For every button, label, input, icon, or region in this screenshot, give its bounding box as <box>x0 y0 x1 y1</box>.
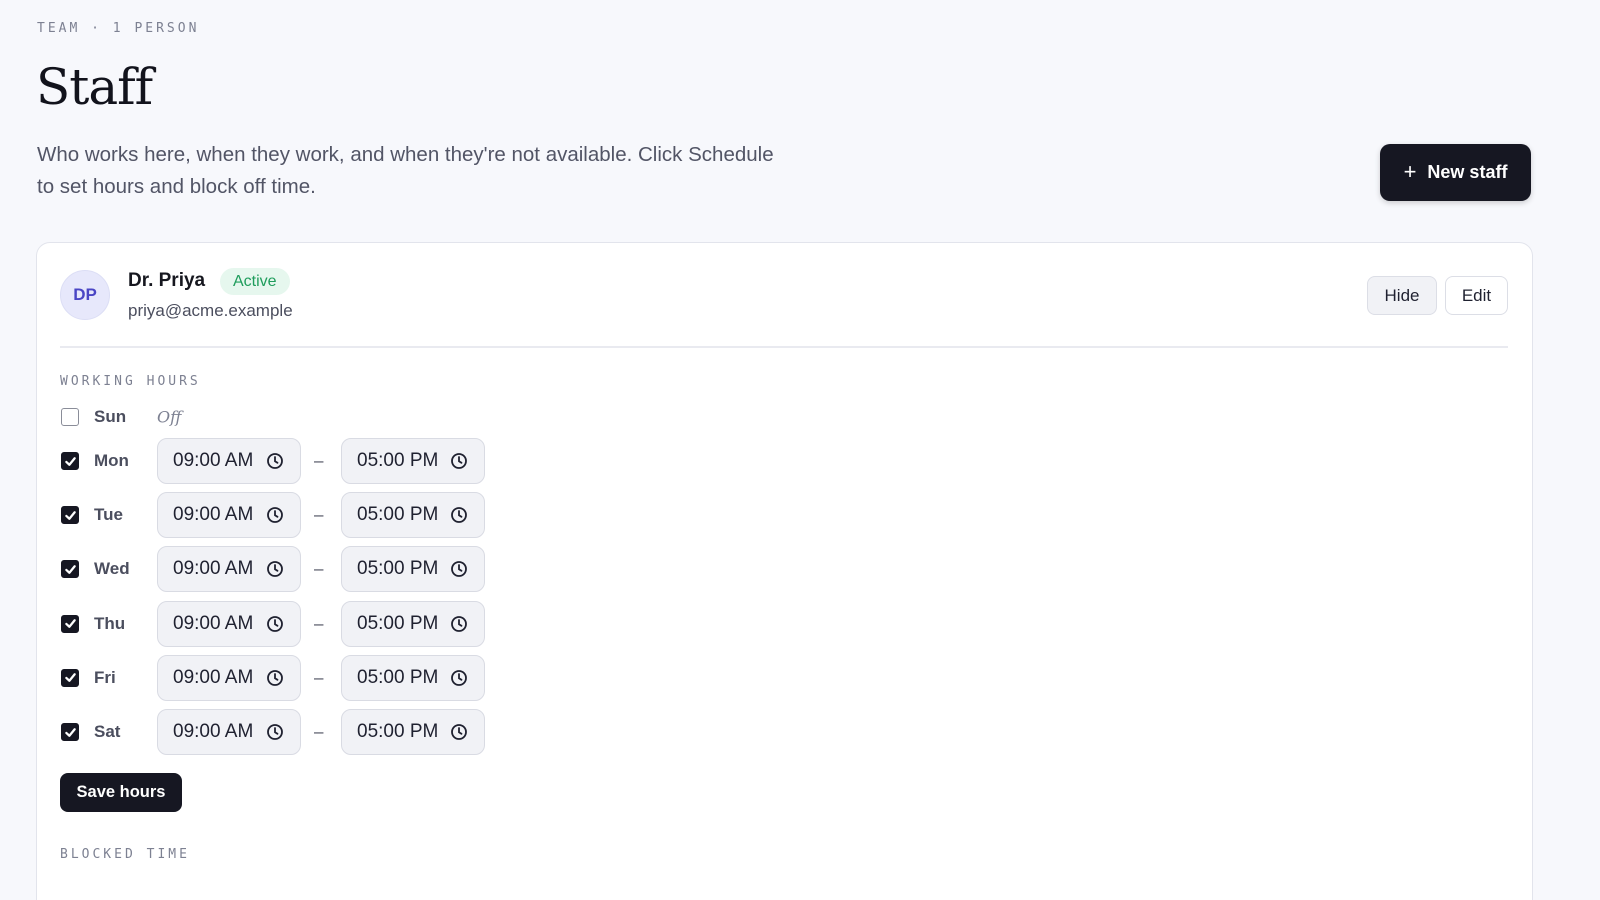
time-separator: – <box>314 613 324 633</box>
working-hours-label: WORKING HOURS <box>60 374 201 389</box>
new-staff-button[interactable]: + New staff <box>1380 144 1531 201</box>
end-time-value: 05:00 PM <box>357 504 437 526</box>
day-row-sat: Sat 09:00 AM – 05:00 PM <box>60 709 490 755</box>
time-separator: – <box>314 667 324 687</box>
day-row-sun: Sun Off <box>60 394 490 440</box>
clock-icon[interactable] <box>450 615 468 633</box>
end-time-value: 05:00 PM <box>357 612 437 634</box>
staff-email: priya@acme.example <box>128 301 293 320</box>
day-label: Sat <box>94 722 121 741</box>
day-label: Thu <box>94 613 126 633</box>
blocked-time-label: BLOCKED TIME <box>60 847 190 862</box>
page-title: Staff <box>36 58 153 116</box>
clock-icon[interactable] <box>266 615 284 633</box>
end-time-value: 05:00 PM <box>357 450 437 471</box>
day-row-fri: Fri 09:00 AM – 05:00 PM <box>60 654 490 701</box>
clock-icon[interactable] <box>450 669 468 687</box>
day-checkbox[interactable] <box>61 452 79 470</box>
clock-icon[interactable] <box>450 506 468 524</box>
day-checkbox[interactable] <box>61 614 79 633</box>
end-time-input[interactable]: 05:00 PM <box>341 492 485 539</box>
status-badge: Active <box>220 268 290 295</box>
save-hours-button[interactable]: Save hours <box>60 773 182 812</box>
start-time-value: 09:00 AM <box>173 666 253 688</box>
day-row-mon: Mon 09:00 AM – 05:00 PM <box>60 438 490 484</box>
clock-icon[interactable] <box>266 723 284 741</box>
day-label: Sun <box>94 407 127 426</box>
start-time-value: 09:00 AM <box>173 612 253 634</box>
start-time-input[interactable]: 09:00 AM <box>157 492 301 539</box>
staff-card: DP Dr. Priya Active priya@acme.example H… <box>36 242 1533 900</box>
day-checkbox[interactable] <box>61 723 79 741</box>
day-label: Wed <box>94 559 130 579</box>
time-separator: – <box>314 451 324 470</box>
page-eyebrow: TEAM · 1 PERSON <box>37 21 200 36</box>
check-icon <box>64 510 76 520</box>
day-label: Fri <box>94 667 116 687</box>
off-label: Off <box>157 407 182 427</box>
day-checkbox[interactable] <box>61 506 79 525</box>
start-time-value: 09:00 AM <box>173 558 253 580</box>
day-checkbox[interactable] <box>61 408 79 426</box>
day-label: Tue <box>94 505 123 525</box>
clock-icon[interactable] <box>450 452 468 470</box>
check-icon <box>64 673 76 683</box>
edit-button[interactable]: Edit <box>1445 276 1508 315</box>
divider <box>60 346 1508 348</box>
day-row-wed: Wed 09:00 AM – 05:00 PM <box>60 546 490 593</box>
day-checkbox[interactable] <box>61 560 79 579</box>
start-time-input[interactable]: 09:00 AM <box>157 654 301 701</box>
page-subtitle: Who works here, when they work, and when… <box>37 143 774 198</box>
staff-name: Dr. Priya <box>128 270 206 291</box>
day-checkbox[interactable] <box>61 668 79 687</box>
day-row-tue: Tue 09:00 AM – 05:00 PM <box>60 492 490 539</box>
day-label: Mon <box>94 451 129 470</box>
avatar: DP <box>60 270 110 320</box>
end-time-input[interactable]: 05:00 PM <box>341 709 485 755</box>
clock-icon[interactable] <box>450 560 468 578</box>
start-time-input[interactable]: 09:00 AM <box>157 546 301 593</box>
start-time-value: 09:00 AM <box>173 721 253 742</box>
time-separator: – <box>314 722 324 741</box>
clock-icon[interactable] <box>450 723 468 741</box>
end-time-input[interactable]: 05:00 PM <box>341 654 485 701</box>
check-icon <box>64 456 76 466</box>
clock-icon[interactable] <box>266 506 284 524</box>
end-time-value: 05:00 PM <box>357 721 437 742</box>
time-separator: – <box>314 505 324 525</box>
start-time-input[interactable]: 09:00 AM <box>157 600 301 647</box>
plus-icon: + <box>1403 158 1417 184</box>
end-time-value: 05:00 PM <box>357 558 437 580</box>
day-row-thu: Thu 09:00 AM – 05:00 PM <box>60 600 490 647</box>
clock-icon[interactable] <box>266 560 284 578</box>
time-separator: – <box>314 559 324 579</box>
clock-icon[interactable] <box>266 669 284 687</box>
check-icon <box>64 565 76 574</box>
start-time-input[interactable]: 09:00 AM <box>157 438 301 484</box>
new-staff-label: New staff <box>1427 162 1508 182</box>
check-icon <box>64 727 76 737</box>
start-time-value: 09:00 AM <box>173 450 253 471</box>
end-time-input[interactable]: 05:00 PM <box>341 438 485 484</box>
end-time-input[interactable]: 05:00 PM <box>341 600 485 647</box>
end-time-value: 05:00 PM <box>357 666 437 688</box>
end-time-input[interactable]: 05:00 PM <box>341 546 485 593</box>
hide-button[interactable]: Hide <box>1367 276 1437 315</box>
start-time-input[interactable]: 09:00 AM <box>157 709 301 755</box>
clock-icon[interactable] <box>266 452 284 470</box>
check-icon <box>64 619 76 628</box>
start-time-value: 09:00 AM <box>173 504 253 526</box>
